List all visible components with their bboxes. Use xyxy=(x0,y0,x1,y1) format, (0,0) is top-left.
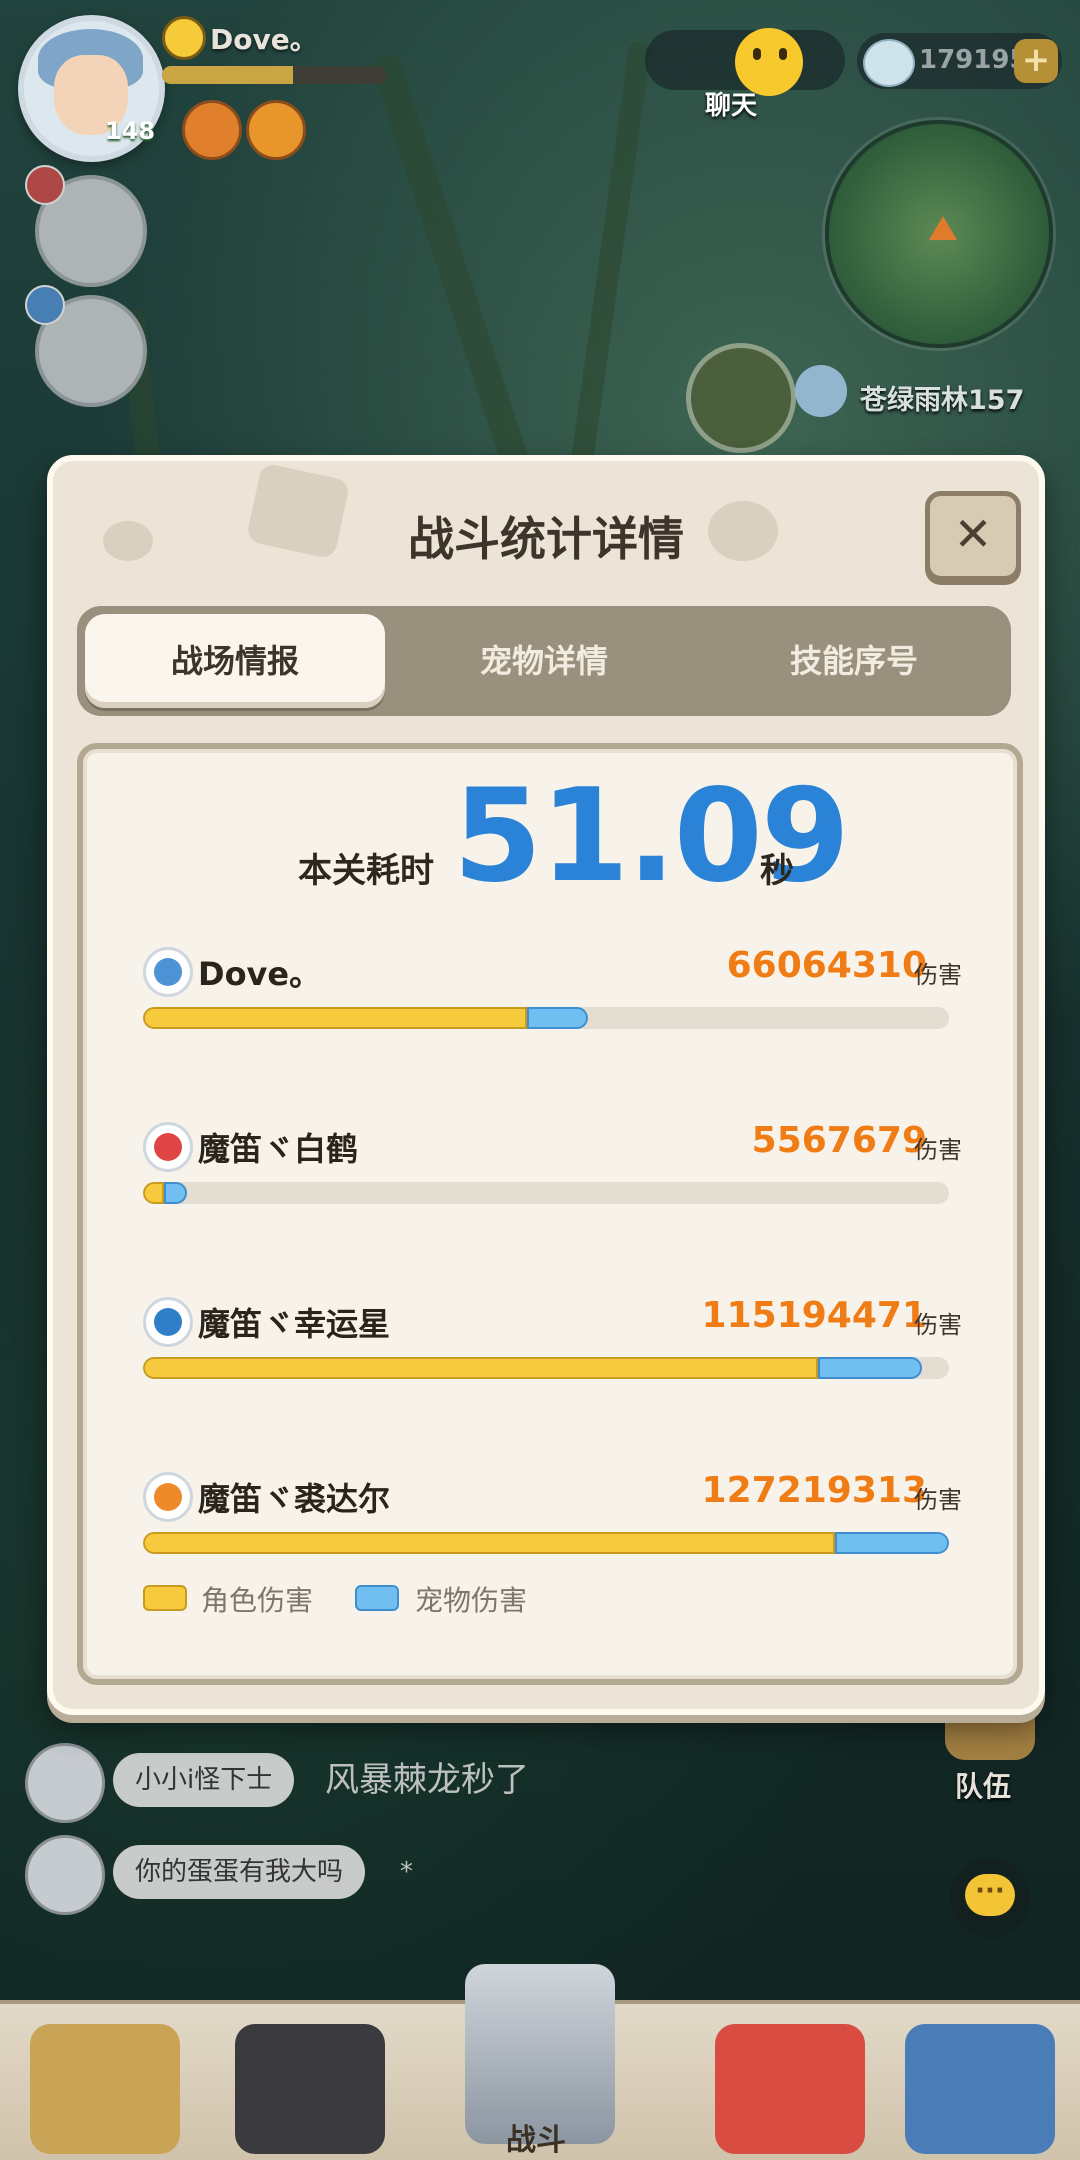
shell-currency-icon xyxy=(863,39,915,87)
stats-panel: 本关耗时 51.09 秒 Dove。 66064310 伤害 魔笛ヾ白鹤 556… xyxy=(77,743,1023,1685)
add-currency-button[interactable]: + xyxy=(1014,39,1058,83)
pet-damage-fill xyxy=(527,1007,588,1029)
zone-icon xyxy=(795,365,847,417)
chat-username[interactable]: 小小i怪下士 xyxy=(113,1753,295,1807)
damage-unit: 伤害 xyxy=(914,1311,962,1339)
damage-bar xyxy=(143,1532,949,1554)
pet-damage-fill xyxy=(818,1357,923,1379)
damage-value: 127219313 xyxy=(701,1470,927,1511)
chat-button[interactable] xyxy=(645,28,845,96)
time-unit: 秒 xyxy=(760,851,794,891)
role-damage-fill xyxy=(143,1182,164,1204)
chat-message: 小小i怪下士 风暴棘龙秒了 xyxy=(25,1743,645,1823)
chat-text: 风暴棘龙秒了 xyxy=(325,1760,529,1800)
nav-pet-icon[interactable] xyxy=(30,2024,180,2154)
player-position-arrow-icon xyxy=(929,216,957,240)
fire-element-icon xyxy=(143,1122,193,1172)
damage-unit: 伤害 xyxy=(914,1486,962,1514)
player-damage-row: 魔笛ヾ白鹤 5567679 伤害 xyxy=(83,1120,1017,1222)
buff-icon[interactable] xyxy=(246,100,306,160)
tab-battlefield-info[interactable]: 战场情报 xyxy=(85,614,385,708)
minimap[interactable] xyxy=(825,120,1053,348)
level-badge: 148 xyxy=(104,112,156,150)
mood-emoji-icon xyxy=(162,16,206,60)
pet-damage-legend-label: 宠物伤害 xyxy=(415,1584,528,1617)
exp-bar xyxy=(162,66,387,84)
player-damage-row: 魔笛ヾ裘达尔 127219313 伤害 xyxy=(83,1470,1017,1572)
player-damage-row: Dove。 66064310 伤害 xyxy=(83,945,1017,1047)
damage-value: 5567679 xyxy=(751,1120,927,1161)
teammate-avatar[interactable] xyxy=(25,285,147,407)
role-damage-fill xyxy=(143,1532,835,1554)
buff-icon[interactable] xyxy=(182,100,242,160)
close-button[interactable]: ✕ xyxy=(925,491,1021,581)
nav-character-icon[interactable] xyxy=(235,2024,385,2154)
water-element-icon xyxy=(143,947,193,997)
team-label[interactable]: 队伍 xyxy=(955,1765,1011,1805)
player-damage-row: 魔笛ヾ幸运星 115194471 伤害 xyxy=(83,1295,1017,1397)
player-name: 魔笛ヾ白鹤 xyxy=(198,1130,359,1168)
tab-bar: 战场情报 宠物详情 技能序号 xyxy=(77,606,1011,716)
player-name: Dove。 xyxy=(210,23,318,56)
damage-bar xyxy=(143,1182,949,1204)
quick-chat-button[interactable] xyxy=(950,1858,1030,1938)
damage-bar xyxy=(143,1357,949,1379)
damage-unit: 伤害 xyxy=(914,1136,962,1164)
currency-display: 179195 + xyxy=(857,33,1062,89)
chat-username[interactable]: 你的蛋蛋有我大吗 xyxy=(113,1845,366,1899)
avatar[interactable] xyxy=(25,1743,105,1823)
modal-title: 战斗统计详情 xyxy=(408,512,684,566)
boss-icon[interactable] xyxy=(686,343,796,453)
damage-unit: 伤害 xyxy=(914,961,962,989)
nav-battle-label: 战斗 xyxy=(506,2123,566,2158)
nav-backpack-icon[interactable] xyxy=(905,2024,1055,2154)
pet-damage-fill xyxy=(834,1532,949,1554)
clear-time: 本关耗时 51.09 秒 xyxy=(83,773,1017,901)
battle-stats-modal: 战斗统计详情 ✕ 战场情报 宠物详情 技能序号 本关耗时 51.09 秒 Dov… xyxy=(47,455,1045,1715)
player-name: 魔笛ヾ裘达尔 xyxy=(198,1480,391,1518)
tab-pet-details[interactable]: 宠物详情 xyxy=(394,614,694,708)
zone-name: 苍绿雨林157 xyxy=(860,385,1025,416)
player-name: Dove。 xyxy=(198,955,322,993)
chat-message: 你的蛋蛋有我大吗 * xyxy=(25,1835,645,1915)
role-damage-legend-label: 角色伤害 xyxy=(201,1584,314,1617)
light-element-icon xyxy=(143,1472,193,1522)
tab-skill-order[interactable]: 技能序号 xyxy=(704,614,1004,708)
damage-value: 66064310 xyxy=(726,945,927,986)
damage-bar xyxy=(143,1007,949,1029)
chat-label: 聊天 xyxy=(705,91,758,121)
role-damage-fill xyxy=(143,1357,819,1379)
role-damage-fill xyxy=(143,1007,528,1029)
teammate-avatar[interactable] xyxy=(25,165,147,287)
close-icon: ✕ xyxy=(953,507,993,561)
pet-damage-fill xyxy=(163,1182,188,1204)
player-name: 魔笛ヾ幸运星 xyxy=(198,1305,391,1343)
pet-damage-swatch xyxy=(355,1585,399,1611)
role-damage-swatch xyxy=(143,1585,187,1611)
currency-value: 179195 xyxy=(919,45,1028,75)
damage-value: 115194471 xyxy=(701,1295,927,1336)
time-label: 本关耗时 xyxy=(298,851,434,891)
chat-text: * xyxy=(400,1857,413,1887)
wind-element-icon xyxy=(143,1297,193,1347)
nav-egg-icon[interactable] xyxy=(715,2024,865,2154)
avatar[interactable] xyxy=(25,1835,105,1915)
